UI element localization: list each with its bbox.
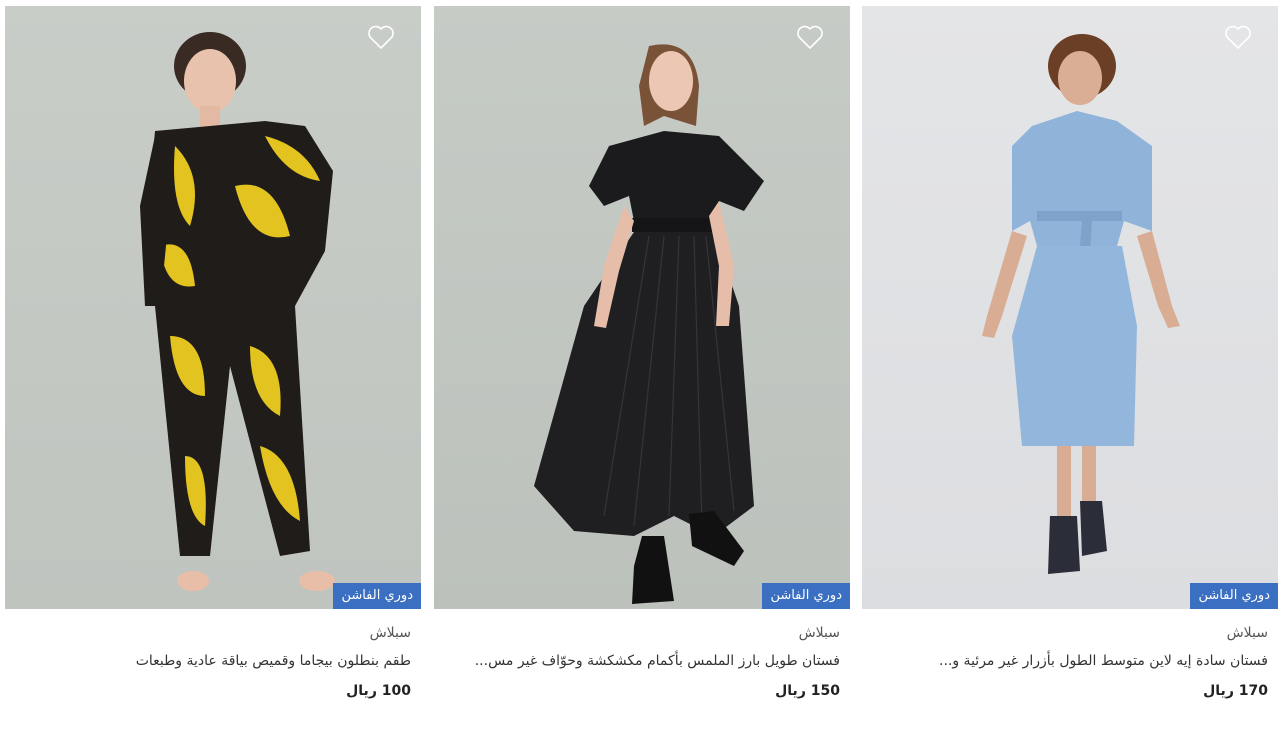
product-price: 150 ريال xyxy=(775,683,840,699)
product-info: سبلاش طقم بنطلون بيجاما وقميص بياقة عادي… xyxy=(5,609,421,704)
heart-outline-icon[interactable] xyxy=(796,24,824,50)
product-card[interactable]: دوري الفاشن سبلاش طقم بنطلون بيجاما وقمي… xyxy=(5,6,421,704)
product-image[interactable]: دوري الفاشن xyxy=(434,6,850,609)
heart-outline-icon[interactable] xyxy=(367,24,395,50)
product-brand[interactable]: سبلاش xyxy=(444,619,840,647)
product-info: سبلاش فستان طويل بارز الملمس بأكمام مكشك… xyxy=(434,609,850,704)
product-info: سبلاش فستان سادة إيه لاين متوسط الطول بأ… xyxy=(862,609,1278,704)
promo-badge: دوري الفاشن xyxy=(762,583,850,609)
product-photo-denim-dress xyxy=(982,34,1180,574)
promo-badge: دوري الفاشن xyxy=(1190,583,1278,609)
product-title[interactable]: طقم بنطلون بيجاما وقميص بياقة عادية وطبع… xyxy=(15,649,411,674)
product-title[interactable]: فستان طويل بارز الملمس بأكمام مكشكشة وحو… xyxy=(444,649,840,674)
product-price: 100 ريال xyxy=(346,683,411,699)
product-image[interactable]: دوري الفاشن xyxy=(5,6,421,609)
product-photo-pajama-set xyxy=(140,32,335,591)
product-price: 170 ريال xyxy=(1203,683,1268,699)
promo-badge: دوري الفاشن xyxy=(333,583,421,609)
product-card[interactable]: دوري الفاشن سبلاش فستان طويل بارز الملمس… xyxy=(434,6,850,704)
product-photo-black-dress xyxy=(534,44,764,604)
product-brand[interactable]: سبلاش xyxy=(15,619,411,647)
product-grid: دوري الفاشن سبلاش طقم بنطلون بيجاما وقمي… xyxy=(0,0,1282,730)
product-card[interactable]: دوري الفاشن سبلاش فستان سادة إيه لاين مت… xyxy=(862,6,1278,704)
product-brand[interactable]: سبلاش xyxy=(872,619,1268,647)
product-title[interactable]: فستان سادة إيه لاين متوسط الطول بأزرار غ… xyxy=(872,649,1268,674)
heart-outline-icon[interactable] xyxy=(1224,24,1252,50)
product-image[interactable]: دوري الفاشن xyxy=(862,6,1278,609)
